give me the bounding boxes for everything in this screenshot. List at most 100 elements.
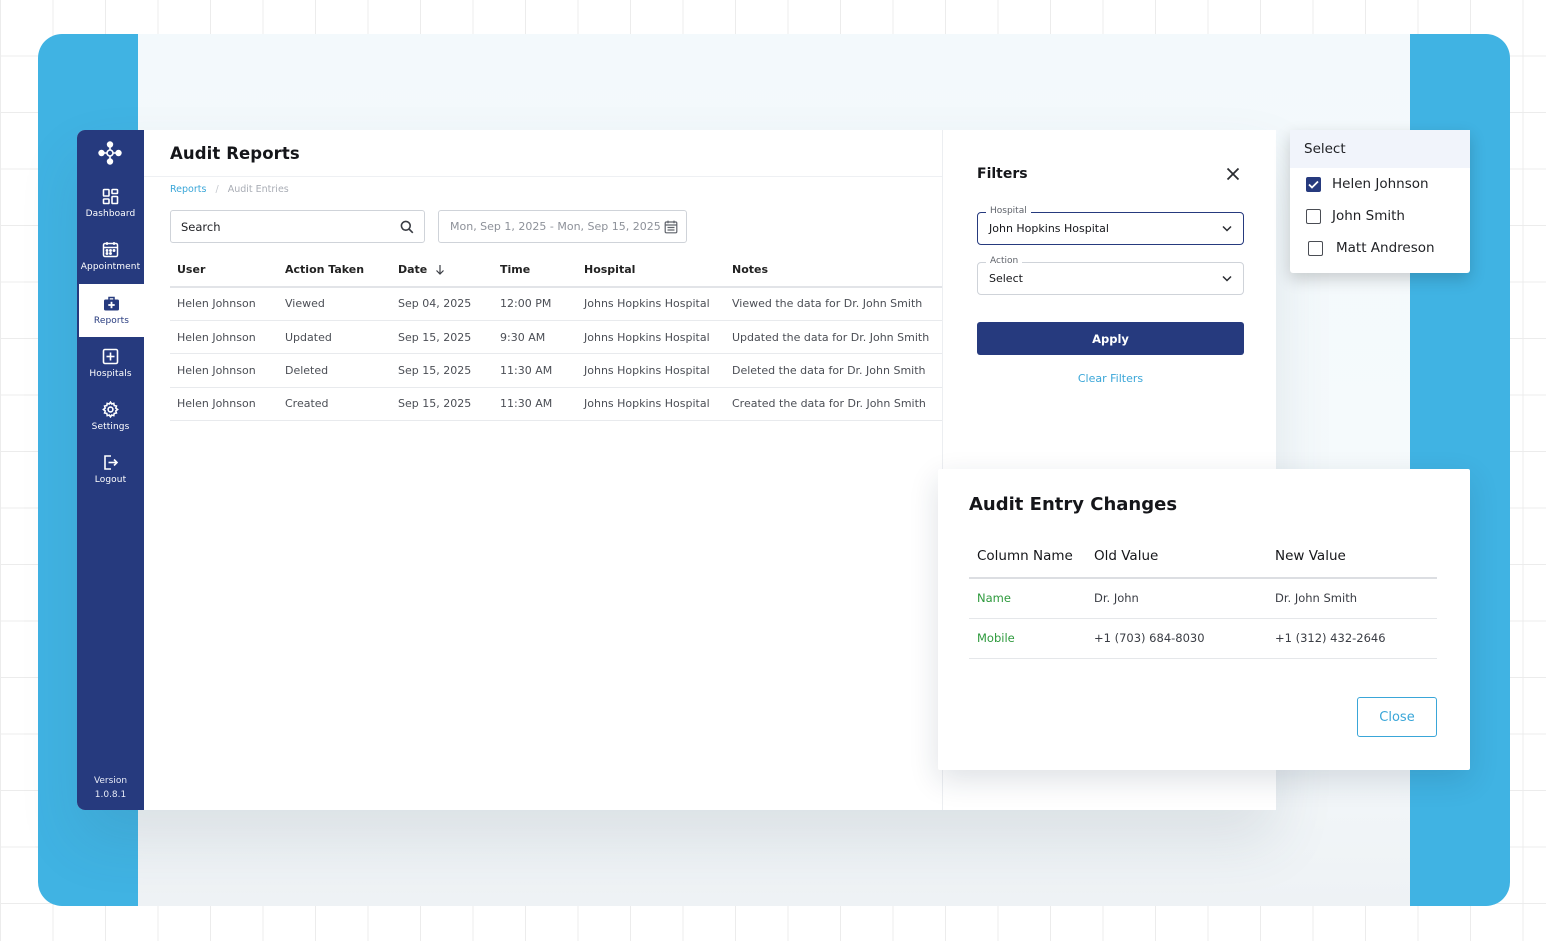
dialog-title: Audit Entry Changes xyxy=(969,494,1178,515)
action-select-value: Select xyxy=(989,272,1023,285)
dropdown-header-label: Select xyxy=(1304,141,1346,157)
cell-date: Sep 15, 2025 xyxy=(391,353,493,388)
cell-action: Deleted xyxy=(278,353,391,388)
option-label: Matt Andreson xyxy=(1336,240,1435,256)
sidebar-item-hospitals[interactable]: Hospitals xyxy=(77,337,144,390)
date-range-picker[interactable]: Mon, Sep 1, 2025 - Mon, Sep 15, 2025 xyxy=(438,210,687,243)
checkbox-checked[interactable] xyxy=(1306,176,1321,192)
clear-filters-link[interactable]: Clear Filters xyxy=(977,372,1244,385)
user-select-dropdown: Select Helen Johnson John Smith Matt And… xyxy=(1290,130,1470,273)
calendar-icon xyxy=(102,242,119,258)
cell-notes: Viewed the data for Dr. John Smith xyxy=(725,287,942,321)
column-header-notes[interactable]: Notes xyxy=(725,252,942,288)
sidebar: Dashboard Appointment Reports Hospitals … xyxy=(77,130,144,810)
hospital-icon xyxy=(102,348,119,365)
app-version: Version 1.0.8.1 xyxy=(77,774,144,802)
cell-time: 9:30 AM xyxy=(493,320,577,355)
table-row[interactable]: Helen Johnson Viewed Sep 04, 2025 12:00 … xyxy=(170,287,942,321)
sidebar-item-label: Reports xyxy=(93,316,130,326)
apply-button[interactable]: Apply xyxy=(977,322,1244,355)
cell-column-name: Mobile xyxy=(969,618,1086,659)
cell-notes: Updated the data for Dr. John Smith xyxy=(725,320,942,355)
title-divider xyxy=(144,176,942,177)
search-icon[interactable] xyxy=(400,220,414,234)
cell-old-value: +1 (703) 684-8030 xyxy=(1086,618,1267,659)
cell-new-value: Dr. John Smith xyxy=(1267,578,1437,619)
close-icon[interactable] xyxy=(1225,166,1241,182)
breadcrumb-link-reports[interactable]: Reports xyxy=(170,184,206,195)
calendar-icon xyxy=(664,220,678,233)
chevron-down-icon xyxy=(1222,275,1232,282)
logout-icon xyxy=(104,455,119,470)
date-range-value: Mon, Sep 1, 2025 - Mon, Sep 15, 2025 xyxy=(450,220,661,233)
column-header-old-value: Old Value xyxy=(1086,534,1267,579)
cell-hospital: Johns Hopkins Hospital xyxy=(577,320,725,355)
sidebar-item-logout[interactable]: Logout xyxy=(77,443,144,496)
cell-action: Updated xyxy=(278,320,391,355)
app-logo-icon xyxy=(98,141,122,165)
checkbox-unchecked[interactable] xyxy=(1306,208,1321,224)
sidebar-item-label: Dashboard xyxy=(85,209,136,219)
close-button[interactable]: Close xyxy=(1357,697,1437,737)
action-select-label: Action xyxy=(986,256,1023,266)
main-content: Audit Reports Reports / Audit Entries Mo… xyxy=(144,130,942,810)
cell-notes: Deleted the data for Dr. John Smith xyxy=(725,353,942,388)
sidebar-item-label: Settings xyxy=(91,422,130,432)
filters-title: Filters xyxy=(977,166,1028,182)
sidebar-item-appointment[interactable]: Appointment xyxy=(77,230,144,283)
cell-time: 11:30 AM xyxy=(493,353,577,388)
table-header-row: User Action Taken Date Time Hospital Not… xyxy=(170,252,942,288)
cell-user: Helen Johnson xyxy=(170,287,278,321)
column-header-user[interactable]: User xyxy=(170,252,278,288)
cell-date: Sep 15, 2025 xyxy=(391,387,493,422)
column-header-action[interactable]: Action Taken xyxy=(278,252,391,288)
audit-entry-changes-dialog: Audit Entry Changes Column Name Old Valu… xyxy=(938,469,1470,770)
dropdown-option-helen-johnson[interactable]: Helen Johnson xyxy=(1290,168,1470,200)
cell-date: Sep 15, 2025 xyxy=(391,320,493,355)
sort-down-arrow-icon[interactable] xyxy=(435,264,445,275)
column-header-time[interactable]: Time xyxy=(493,252,577,288)
sidebar-item-settings[interactable]: Settings xyxy=(77,390,144,443)
cell-time: 12:00 PM xyxy=(493,287,577,321)
sidebar-item-label: Appointment xyxy=(80,262,141,272)
column-header-date[interactable]: Date xyxy=(391,252,493,288)
table-row[interactable]: Helen Johnson Deleted Sep 15, 2025 11:30… xyxy=(170,353,942,388)
cell-time: 11:30 AM xyxy=(493,387,577,422)
cell-hospital: Johns Hopkins Hospital xyxy=(577,387,725,422)
hospital-select-label: Hospital xyxy=(986,206,1031,216)
cell-hospital: Johns Hopkins Hospital xyxy=(577,353,725,388)
dropdown-option-matt-andreson[interactable]: Matt Andreson xyxy=(1290,232,1470,264)
column-header-date-label: Date xyxy=(398,262,428,276)
cell-new-value: +1 (312) 432-2646 xyxy=(1267,618,1437,659)
breadcrumb-separator: / xyxy=(215,184,219,195)
dropdown-option-john-smith[interactable]: John Smith xyxy=(1290,200,1470,232)
table-row[interactable]: Helen Johnson Updated Sep 15, 2025 9:30 … xyxy=(170,320,942,355)
column-header-hospital[interactable]: Hospital xyxy=(577,252,725,288)
version-number: 1.0.8.1 xyxy=(94,790,127,800)
cell-user: Helen Johnson xyxy=(170,320,278,355)
cell-column-name: Name xyxy=(969,578,1086,619)
search-input[interactable] xyxy=(181,219,400,234)
table-row: Mobile +1 (703) 684-8030 +1 (312) 432-26… xyxy=(969,618,1437,659)
action-select[interactable]: Action Select xyxy=(977,256,1244,295)
dashboard-icon xyxy=(102,188,119,205)
checkbox-unchecked[interactable] xyxy=(1308,240,1323,256)
table-row[interactable]: Helen Johnson Created Sep 15, 2025 11:30… xyxy=(170,387,942,422)
table-row: Name Dr. John Dr. John Smith xyxy=(969,578,1437,619)
gear-icon xyxy=(102,401,119,418)
hospital-select-value: John Hopkins Hospital xyxy=(989,222,1109,235)
column-header-column-name: Column Name xyxy=(969,534,1086,579)
option-label: Helen Johnson xyxy=(1332,176,1429,192)
cell-notes: Created the data for Dr. John Smith xyxy=(725,387,942,422)
breadcrumb: Reports / Audit Entries xyxy=(170,184,289,195)
cell-old-value: Dr. John xyxy=(1086,578,1267,619)
dropdown-header[interactable]: Select xyxy=(1290,130,1470,168)
cell-user: Helen Johnson xyxy=(170,353,278,388)
cell-action: Viewed xyxy=(278,287,391,321)
cell-hospital: Johns Hopkins Hospital xyxy=(577,287,725,321)
sidebar-item-dashboard[interactable]: Dashboard xyxy=(77,177,144,230)
sidebar-item-reports[interactable]: Reports xyxy=(79,284,144,337)
checkmark-icon xyxy=(1308,180,1319,189)
hospital-select[interactable]: Hospital John Hopkins Hospital xyxy=(977,206,1244,245)
chevron-down-icon xyxy=(1222,225,1232,232)
